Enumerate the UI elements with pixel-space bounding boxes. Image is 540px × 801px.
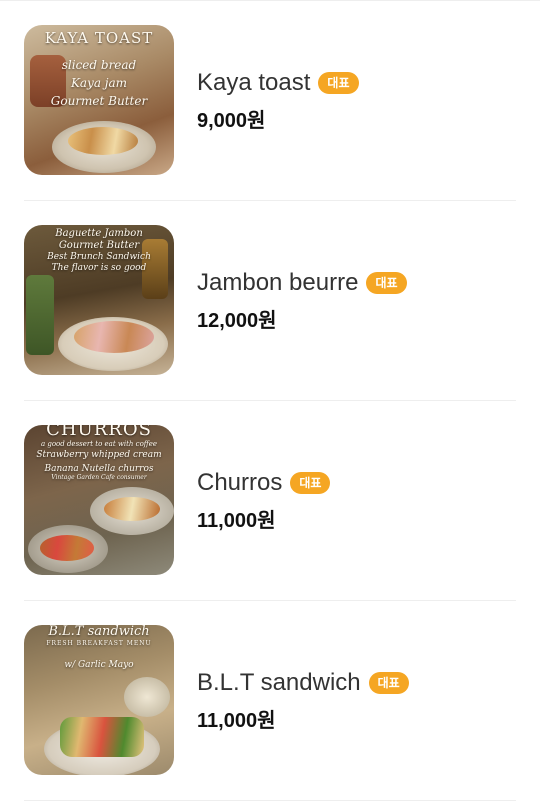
menu-item-name: Kaya toast — [197, 69, 311, 96]
image-caption-title: Baguette Jambon — [55, 228, 143, 239]
image-caption-line: a good dessert to eat with coffee — [40, 440, 158, 448]
image-caption-line: Gourmet Butter — [50, 94, 148, 108]
menu-item-title-row: Kaya toast 대표 — [197, 67, 359, 99]
menu-item-price: 9,000원 — [197, 110, 266, 132]
menu-item-title-row: Jambon beurre 대표 — [197, 267, 407, 299]
image-caption-line: Best Brunch Sandwich — [47, 252, 151, 262]
menu-item-price: 12,000원 — [197, 310, 277, 332]
menu-item-title-row: B.L.T sandwich 대표 — [197, 667, 409, 699]
image-caption-line: Kaya jam — [70, 76, 128, 90]
signature-badge: 대표 — [318, 72, 359, 94]
image-caption-line: Gourmet Butter — [58, 240, 140, 251]
image-caption-line: Strawberry whipped cream — [36, 450, 162, 460]
image-caption-line: sliced bread — [61, 58, 137, 72]
churros-photo: CHURROS a good dessert to eat with coffe… — [24, 425, 174, 575]
menu-item-price: 11,000원 — [197, 710, 276, 732]
image-caption-line: FRESH BREAKFAST MENU — [46, 640, 152, 647]
signature-badge: 대표 — [368, 672, 409, 694]
signature-badge: 대표 — [290, 472, 331, 494]
menu-item-name: Jambon beurre — [197, 269, 359, 296]
image-caption-line: Vintage Garden Cafe consumer — [51, 474, 147, 481]
menu-item-jambon-beurre[interactable]: Baguette Jambon Gourmet Butter Best Brun… — [24, 201, 516, 401]
image-caption-title: B.L.T sandwich — [48, 625, 150, 639]
image-caption-line: w/ Garlic Mayo — [64, 660, 134, 670]
menu-item-blt-sandwich[interactable]: B.L.T sandwich FRESH BREAKFAST MENU w/ G… — [24, 601, 516, 801]
signature-badge: 대표 — [366, 272, 407, 294]
image-caption-title: CHURROS — [46, 425, 152, 440]
menu-list: KAYA TOAST sliced bread Kaya jam Gourmet… — [0, 0, 540, 801]
blt-sandwich-photo: B.L.T sandwich FRESH BREAKFAST MENU w/ G… — [24, 625, 174, 775]
image-caption-line: The flavor is so good — [51, 263, 147, 273]
image-caption-title: KAYA TOAST — [44, 29, 154, 47]
kaya-toast-photo: KAYA TOAST sliced bread Kaya jam Gourmet… — [24, 25, 174, 175]
menu-item-price: 11,000원 — [197, 510, 276, 532]
menu-item-name: Churros — [197, 469, 283, 496]
jambon-beurre-photo: Baguette Jambon Gourmet Butter Best Brun… — [24, 225, 174, 375]
menu-item-kaya-toast[interactable]: KAYA TOAST sliced bread Kaya jam Gourmet… — [24, 1, 516, 201]
menu-item-title-row: Churros 대표 — [197, 467, 331, 499]
menu-item-churros[interactable]: CHURROS a good dessert to eat with coffe… — [24, 401, 516, 601]
menu-item-name: B.L.T sandwich — [197, 669, 361, 696]
